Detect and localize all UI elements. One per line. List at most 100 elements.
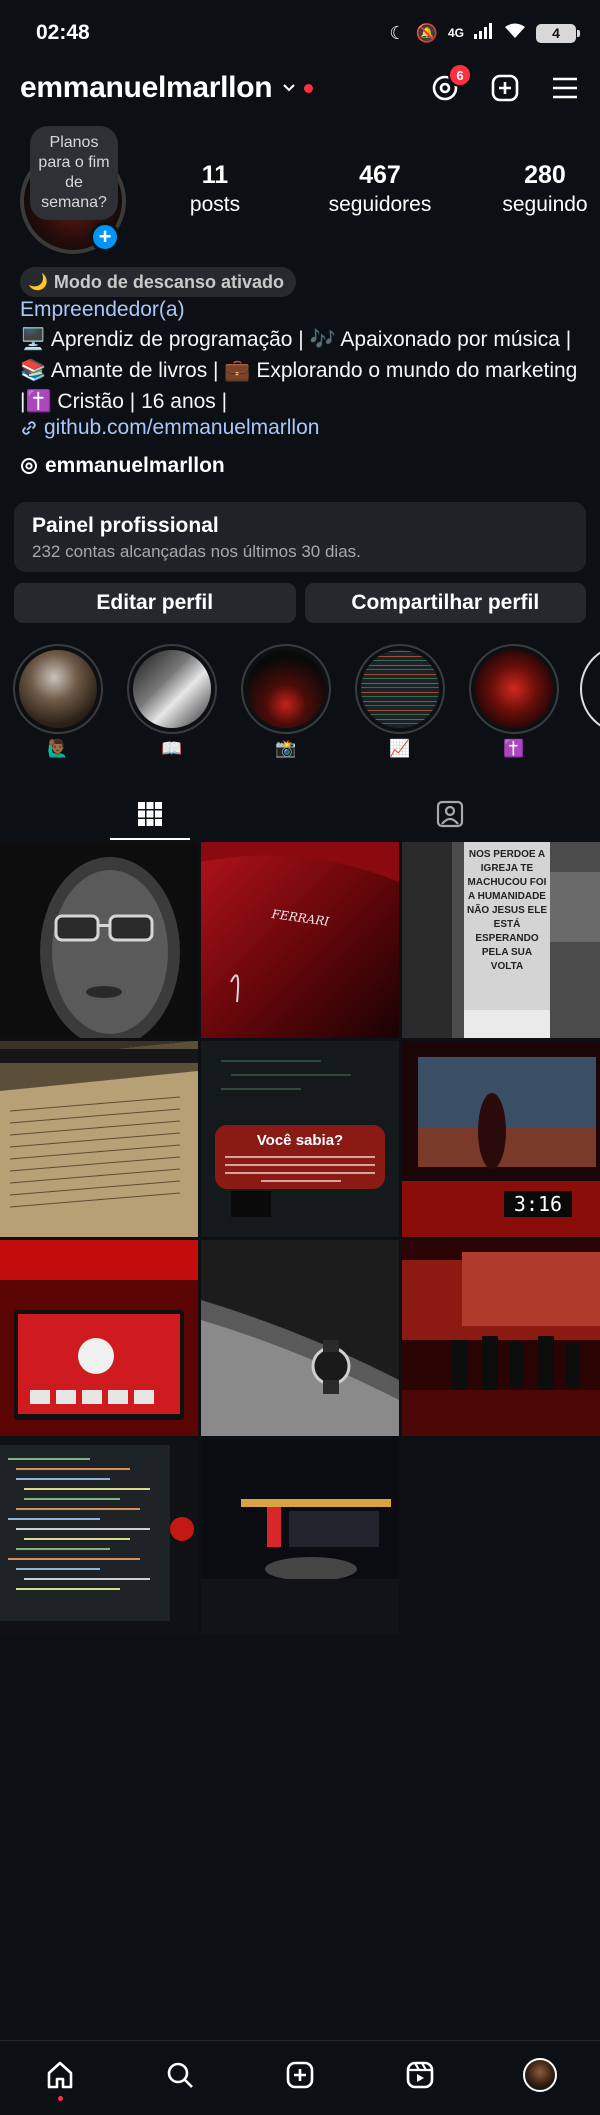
tagged-person-icon: [436, 800, 464, 828]
profile-header: emmanuelmarllon 6: [0, 62, 600, 114]
network-label: 4G: [447, 26, 464, 40]
profile-bio: 🖥️ Aprendiz de programação | 🎶 Apaixonad…: [20, 328, 578, 413]
plus-square-icon[interactable]: [490, 73, 520, 103]
stat-label: seguidores: [328, 193, 432, 216]
nav-home[interactable]: [40, 2055, 80, 2101]
profile-tabs: [0, 788, 600, 840]
threads-icon[interactable]: 6: [430, 63, 472, 103]
post-thumbnail[interactable]: [201, 1240, 399, 1436]
home-icon: [47, 2061, 73, 2089]
highlight-cover-ring: [469, 644, 559, 734]
highlight-item[interactable]: 📈: [355, 644, 445, 760]
post-thumbnail[interactable]: [0, 1041, 198, 1237]
highlight-item[interactable]: 🙋🏾‍♂️: [13, 644, 103, 760]
highlight-label: 📖: [161, 739, 183, 758]
post-thumbnail[interactable]: [0, 842, 198, 1038]
post-caption: Você sabia?: [257, 1132, 343, 1149]
post-thumbnail[interactable]: [0, 1240, 198, 1436]
post-thumbnail[interactable]: NOS PERDOE A IGREJA TE MACHUCOU FOI A HU…: [402, 842, 600, 1038]
post-thumbnail[interactable]: 3:16: [402, 1041, 600, 1237]
stat-followers[interactable]: 467 seguidores: [329, 160, 432, 220]
nav-search[interactable]: [160, 2055, 200, 2095]
post-thumbnail[interactable]: [402, 1240, 600, 1436]
reels-icon: [406, 2061, 434, 2089]
note-bubble[interactable]: Planos para o fim de semana?: [30, 126, 118, 220]
moon-icon: ☾: [389, 22, 406, 43]
threads-icon: [21, 458, 37, 474]
notification-dot: [304, 83, 314, 93]
post-thumbnail[interactable]: [201, 1439, 399, 1635]
create-icon: [286, 2061, 314, 2089]
status-time: 02:48: [36, 21, 90, 44]
search-icon: [167, 2062, 193, 2088]
chevron-down-icon[interactable]: [282, 81, 296, 95]
link-text: github.com/emmanuelmarllon: [44, 416, 320, 439]
profile-category: Empreendedor(a): [20, 298, 185, 321]
rest-mode-label: Modo de descanso ativado: [53, 271, 284, 292]
highlight-label: ✝️: [503, 739, 525, 758]
moon-icon: 🌙: [28, 274, 48, 291]
stat-following[interactable]: 280 seguindo: [500, 160, 590, 220]
pro-panel-title: Painel profissional: [32, 514, 219, 537]
highlight-cover-ring: [355, 644, 445, 734]
account-username[interactable]: emmanuelmarllon: [20, 71, 273, 105]
grid-icon: [138, 802, 162, 826]
new-highlight-item[interactable]: [580, 644, 600, 734]
threads-badge: 6: [448, 63, 472, 87]
story-highlights: 🙋🏾‍♂️ 📖 📸 📈 ✝️: [0, 644, 600, 764]
post-thumbnail[interactable]: [0, 1439, 198, 1635]
highlight-cover: [19, 650, 97, 728]
nav-profile[interactable]: [520, 2055, 560, 2095]
profile-avatar-icon: [523, 2058, 557, 2092]
post-thumbnail[interactable]: Você sabia?: [201, 1041, 399, 1237]
tab-tagged[interactable]: [300, 788, 600, 840]
highlight-cover: [247, 650, 325, 728]
mute-icon: 🔕: [415, 22, 438, 43]
home-activity-dot: [57, 2096, 63, 2101]
threads-profile-link[interactable]: emmanuelmarllon: [20, 454, 225, 478]
highlight-cover: [133, 650, 211, 728]
nav-reels[interactable]: [400, 2055, 440, 2095]
professional-dashboard[interactable]: Painel profissional 232 contas alcançada…: [14, 502, 586, 572]
highlight-label: 📸: [275, 739, 297, 758]
status-icons: ☾ 🔕 4G 4: [389, 22, 580, 44]
profile-avatar-area: Planos para o fim de semana? +: [20, 126, 128, 254]
highlight-cover: [475, 650, 553, 728]
highlight-cover-ring: [13, 644, 103, 734]
header-actions: 6: [430, 63, 580, 103]
add-story-button[interactable]: +: [90, 222, 120, 252]
share-profile-button[interactable]: Compartilhar perfil: [304, 583, 586, 623]
post-caption: NOS PERDOE A IGREJA TE MACHUCOU FOI A HU…: [466, 849, 548, 972]
highlight-item[interactable]: 📖: [127, 644, 217, 760]
stat-label: seguindo: [502, 193, 588, 216]
stat-value: 467: [359, 161, 401, 189]
stat-value: 11: [201, 161, 229, 189]
tab-posts-grid[interactable]: [0, 788, 300, 840]
highlight-cover: [361, 650, 439, 728]
highlight-item[interactable]: ✝️: [469, 644, 559, 760]
rest-mode-badge[interactable]: 🌙 Modo de descanso ativado: [20, 267, 296, 297]
highlight-item[interactable]: 📸: [241, 644, 331, 760]
stat-value: 280: [524, 161, 566, 189]
profile-link[interactable]: github.com/emmanuelmarllon: [20, 416, 319, 440]
battery-icon: 4: [536, 23, 580, 43]
highlight-cover-ring: [241, 644, 331, 734]
post-thumbnail[interactable]: FERRARI: [201, 842, 399, 1038]
highlight-label: 🙋🏾‍♂️: [47, 739, 69, 758]
nav-create[interactable]: [280, 2055, 320, 2095]
pro-panel-subtitle: 232 contas alcançadas nos últimos 30 dia…: [32, 542, 361, 561]
highlight-label: 📈: [389, 739, 411, 758]
status-bar: 02:48 ☾ 🔕 4G 4: [0, 0, 600, 66]
profile-action-buttons: Editar perfil Compartilhar perfil: [14, 583, 586, 623]
post-caption: 3:16: [514, 1192, 562, 1216]
profile-stats: 11 posts 467 seguidores 280 seguindo: [170, 160, 590, 220]
edit-profile-button[interactable]: Editar perfil: [14, 583, 296, 623]
new-highlight-ring: [580, 644, 600, 734]
wifi-icon: [504, 23, 526, 44]
link-icon: [22, 421, 36, 435]
signal-icon: [474, 22, 494, 44]
stat-label: posts: [189, 193, 241, 216]
stat-posts[interactable]: 11 posts: [170, 160, 260, 220]
menu-icon[interactable]: [550, 73, 580, 103]
highlight-cover-ring: [127, 644, 217, 734]
